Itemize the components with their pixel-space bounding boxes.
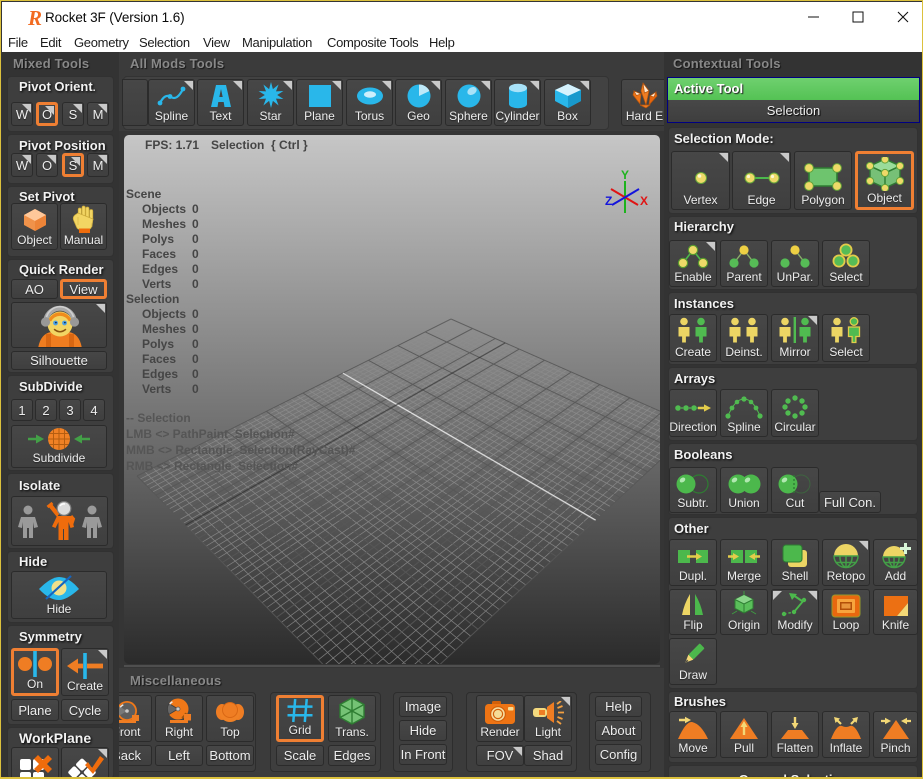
svg-text:Y: Y [621, 168, 629, 182]
svg-text:Z: Z [605, 194, 612, 208]
svg-text:X: X [640, 194, 648, 208]
